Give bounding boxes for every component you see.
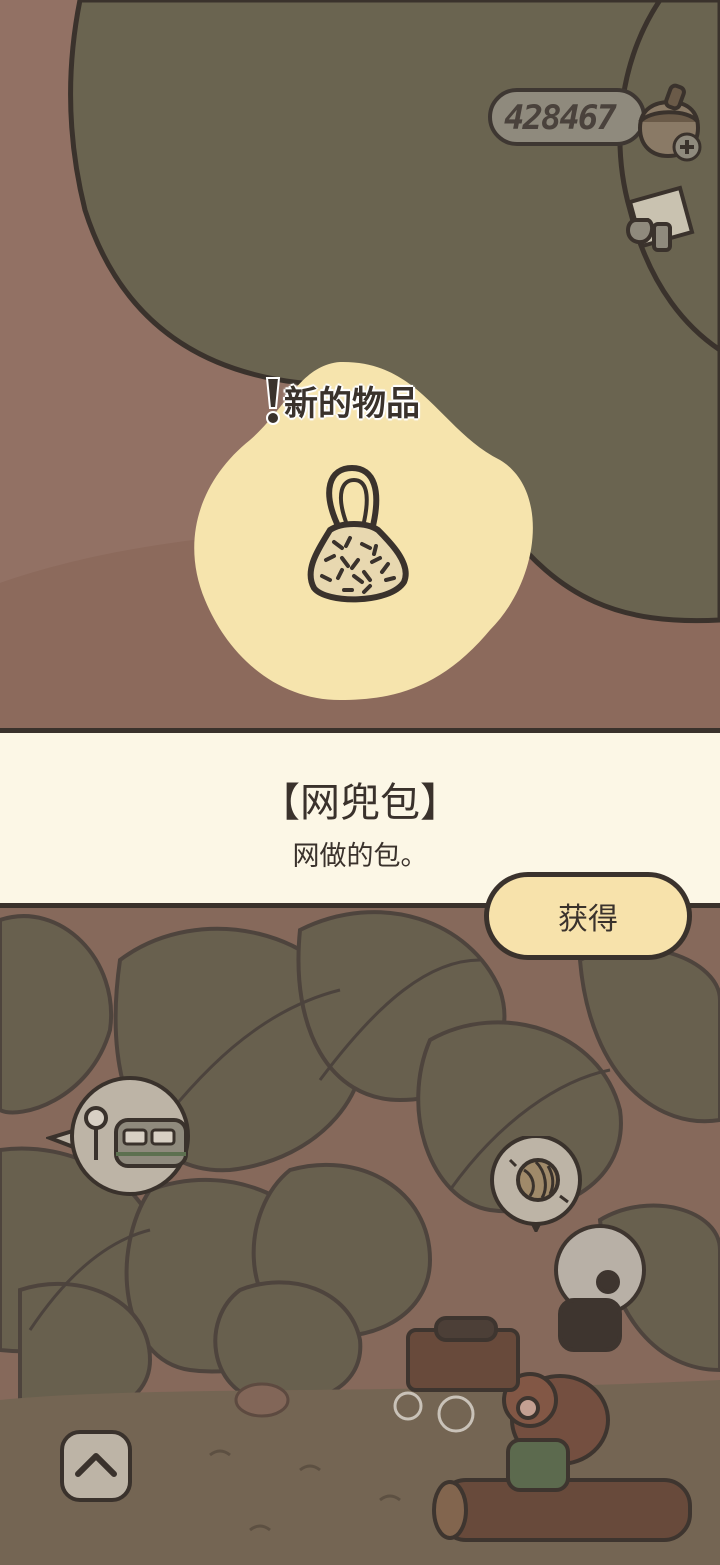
mail-button[interactable] — [620, 180, 702, 260]
add-acorns-button[interactable] — [628, 78, 708, 164]
train-station-bubble[interactable] — [43, 1076, 194, 1198]
plus-icon — [672, 132, 702, 162]
exclamation-icon — [265, 377, 281, 425]
yarn-bubble[interactable] — [486, 1134, 586, 1235]
expand-up-button[interactable] — [58, 1428, 134, 1504]
acorn-count-text: 428467 — [504, 98, 617, 138]
chevron-up-icon — [60, 1430, 132, 1502]
new-item-label: 新的物品 — [262, 374, 420, 426]
obtain-button-label: 获得 — [558, 902, 618, 937]
new-item-text: 新的物品 — [284, 383, 420, 424]
floating-bubbles — [393, 1391, 475, 1433]
train-station-icon — [43, 1076, 190, 1196]
item-description: 网做的包。 — [292, 841, 428, 872]
obtain-button[interactable]: 获得 — [484, 872, 692, 960]
acorn-counter: 428467 — [488, 88, 646, 146]
net-bag-icon — [307, 464, 409, 603]
yarn-ball-icon — [490, 1134, 582, 1235]
letter-icon — [626, 185, 695, 252]
item-name: 【网兜包】 — [260, 780, 460, 826]
